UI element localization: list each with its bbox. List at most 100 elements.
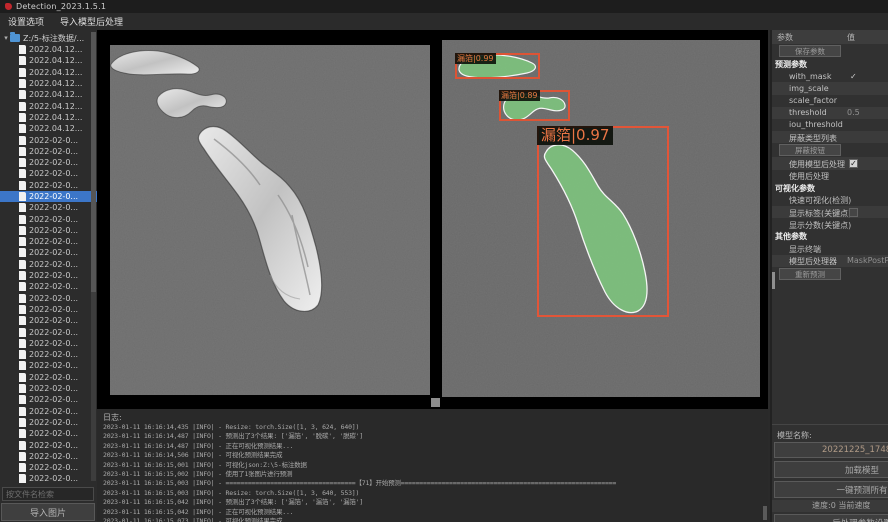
tree-item[interactable]: 2022-02-0... bbox=[0, 383, 97, 394]
tree-item-label: 2022-02-0... bbox=[29, 136, 78, 145]
repredict-button[interactable]: 重新预测 bbox=[779, 268, 841, 280]
tree-item[interactable]: 2022-02-0... bbox=[0, 304, 97, 315]
tree-item[interactable]: 2022-02-0... bbox=[0, 473, 97, 483]
param-row[interactable]: 显示终端 bbox=[772, 243, 888, 255]
tree-item[interactable]: 2022-02-0... bbox=[0, 372, 97, 383]
tree-item[interactable]: 2022-02-0... bbox=[0, 202, 97, 213]
tree-item[interactable]: 2022-02-0... bbox=[0, 168, 97, 179]
log-scrollbar[interactable] bbox=[763, 506, 767, 520]
tree-item[interactable]: 2022-02-0... bbox=[0, 180, 97, 191]
tree-item-label: 2022-02-0... bbox=[29, 452, 78, 461]
param-row[interactable]: img_scale bbox=[772, 82, 888, 94]
param-row[interactable]: 显示分数(关键点) bbox=[772, 218, 888, 230]
detection-bbox[interactable]: 漏箔|0.97 bbox=[537, 126, 669, 317]
tree-item[interactable]: 2022-02-0... bbox=[0, 146, 97, 157]
file-icon bbox=[19, 395, 26, 404]
log-line: 2023-01-11 16:16:15,073 |INFO| - 可视化预测结果… bbox=[103, 517, 763, 522]
tree-root-folder[interactable]: ▾ Z:/5-标注数据/... bbox=[0, 32, 97, 44]
import-images-button[interactable]: 导入图片 bbox=[1, 503, 95, 521]
tree-item[interactable]: 2022-02-0... bbox=[0, 462, 97, 473]
param-row[interactable]: 显示标签(关键点) bbox=[772, 206, 888, 218]
log-line: 2023-01-11 16:16:15,042 |INFO| - 正在可视化预测… bbox=[103, 508, 763, 517]
app-icon bbox=[5, 3, 12, 10]
tree-item[interactable]: 2022-02-0... bbox=[0, 338, 97, 349]
postprocess-settings-button[interactable]: 后处理参数设置 bbox=[774, 514, 888, 522]
detection-bbox[interactable]: 漏箔|0.99 bbox=[455, 53, 540, 79]
detection-label: 漏箔|0.99 bbox=[455, 53, 496, 64]
file-icon bbox=[19, 441, 26, 450]
file-icon bbox=[19, 361, 26, 370]
menu-import-model-postprocess[interactable]: 导入模型后处理 bbox=[52, 15, 131, 28]
param-row[interactable]: 使用后处理 bbox=[772, 170, 888, 182]
tree-item[interactable]: 2022-02-0... bbox=[0, 281, 97, 292]
tree-item[interactable]: 2022-02-0... bbox=[0, 157, 97, 168]
param-row[interactable]: with_mask✓ bbox=[772, 70, 888, 82]
tree-item[interactable]: 2022-02-0... bbox=[0, 247, 97, 258]
tree-item-label: 2022.04.12... bbox=[29, 56, 82, 65]
tree-item[interactable]: 2022-02-0... bbox=[0, 417, 97, 428]
param-row[interactable]: 模型后处理器MaskPostPro bbox=[772, 255, 888, 267]
param-row[interactable]: threshold0.5 bbox=[772, 107, 888, 119]
tree-item[interactable]: 2022-02-0... bbox=[0, 360, 97, 371]
tree-item[interactable]: 2022.04.12... bbox=[0, 67, 97, 78]
params-panel: 参数 值 保存参数预测参数with_mask✓img_scalescale_fa… bbox=[770, 30, 888, 522]
tree-item[interactable]: 2022.04.12... bbox=[0, 55, 97, 66]
param-row[interactable]: 快速可视化(检测) bbox=[772, 194, 888, 206]
tree-item[interactable]: 2022-02-0... bbox=[0, 326, 97, 337]
filename-search-input[interactable] bbox=[2, 487, 94, 501]
tree-item[interactable]: 2022.04.12... bbox=[0, 112, 97, 123]
load-model-button[interactable]: 加载模型 bbox=[774, 461, 888, 478]
tree-item-label: 2022.04.12... bbox=[29, 68, 82, 77]
param-row[interactable]: scale_factor bbox=[772, 95, 888, 107]
tree-item[interactable]: 2022-02-0... bbox=[0, 406, 97, 417]
tree-item[interactable]: 2022-02-0... bbox=[0, 236, 97, 247]
predict-all-button[interactable]: 一键预测所有 bbox=[774, 481, 888, 498]
file-icon bbox=[19, 339, 26, 348]
log-line: 2023-01-11 16:16:14,506 |INFO| - 可视化预测结果… bbox=[103, 451, 763, 460]
save-params-button[interactable]: 保存参数 bbox=[779, 45, 841, 57]
image-viewer: 漏箔|0.99 漏箔|0.89 漏箔|0.97 bbox=[97, 30, 768, 409]
tree-item[interactable]: 2022-02-0... bbox=[0, 213, 97, 224]
params-scrollbar[interactable] bbox=[772, 272, 775, 289]
source-image-panel[interactable] bbox=[110, 45, 430, 395]
param-row[interactable]: iou_threshold bbox=[772, 119, 888, 131]
menu-settings[interactable]: 设置选项 bbox=[0, 15, 52, 28]
tree-item[interactable]: 2022.04.12... bbox=[0, 44, 97, 55]
tree-item-label: 2022.04.12... bbox=[29, 45, 82, 54]
detection-bbox[interactable]: 漏箔|0.89 bbox=[499, 90, 570, 121]
params-table: 保存参数预测参数with_mask✓img_scalescale_factort… bbox=[772, 44, 888, 281]
tree-item[interactable]: 2022-02-0... bbox=[0, 394, 97, 405]
tree-item[interactable]: 2022.04.12... bbox=[0, 89, 97, 100]
expand-arrow-icon[interactable]: ▾ bbox=[2, 34, 10, 42]
tree-scrollbar[interactable] bbox=[91, 32, 96, 481]
tree-item[interactable]: 2022.04.12... bbox=[0, 123, 97, 134]
tree-item[interactable]: 2022.04.12... bbox=[0, 100, 97, 111]
file-icon bbox=[19, 45, 26, 54]
tree-item[interactable]: 2022-02-0... bbox=[0, 259, 97, 270]
prediction-image-panel[interactable]: 漏箔|0.99 漏箔|0.89 漏箔|0.97 bbox=[442, 40, 760, 397]
mask-type-button[interactable]: 屏蔽按钮 bbox=[779, 144, 841, 156]
splitter-handle[interactable] bbox=[431, 398, 440, 407]
model-name-button[interactable]: 20221225_174813 bbox=[774, 442, 888, 458]
tree-item[interactable]: 2022-02-0... bbox=[0, 451, 97, 462]
param-label: threshold bbox=[789, 108, 827, 117]
checkbox-checked[interactable]: ✓ bbox=[849, 159, 858, 168]
param-button-row: 保存参数 bbox=[772, 44, 888, 58]
tree-item[interactable]: 2022-02-0... bbox=[0, 315, 97, 326]
tree-item[interactable]: 2022-02-0... bbox=[0, 270, 97, 281]
tree-item[interactable]: 2022-02-0... bbox=[0, 191, 97, 202]
tree-item[interactable]: 2022-02-0... bbox=[0, 293, 97, 304]
tree-item[interactable]: 2022-02-0... bbox=[0, 349, 97, 360]
tree-item[interactable]: 2022-02-0... bbox=[0, 428, 97, 439]
tree-item[interactable]: 2022-02-0... bbox=[0, 439, 97, 450]
tree-item[interactable]: 2022-02-0... bbox=[0, 134, 97, 145]
param-row[interactable]: 屏蔽类型列表 bbox=[772, 131, 888, 143]
tree-item[interactable]: 2022-02-0... bbox=[0, 225, 97, 236]
checkbox-empty[interactable] bbox=[849, 208, 858, 217]
file-icon bbox=[19, 294, 26, 303]
param-row[interactable]: 使用模型后处理✓ bbox=[772, 157, 888, 169]
tree-scrollbar-thumb[interactable] bbox=[91, 32, 96, 292]
file-panel: ▾ Z:/5-标注数据/... 2022.04.12...2022.04.12.… bbox=[0, 30, 97, 522]
log-lines[interactable]: 2023-01-11 16:16:14,435 |INFO| - Resize:… bbox=[103, 423, 763, 522]
tree-item[interactable]: 2022.04.12... bbox=[0, 78, 97, 89]
